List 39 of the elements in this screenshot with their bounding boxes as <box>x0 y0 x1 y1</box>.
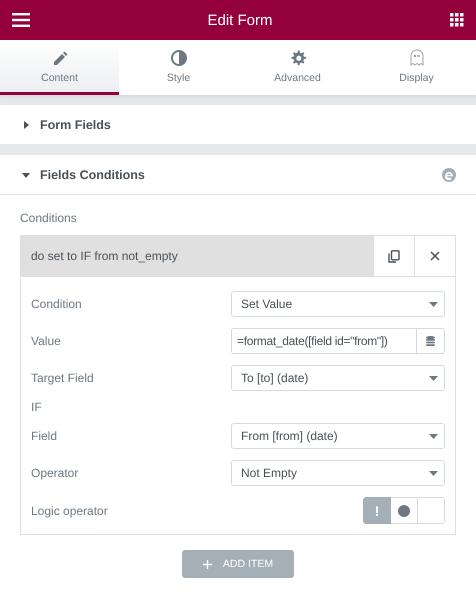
field-label: Operator <box>31 466 78 480</box>
field-label: Condition <box>31 297 82 311</box>
dropdown-caret-icon <box>429 434 438 438</box>
input-field[interactable]: =format_date([field id="from"]) <box>231 328 417 354</box>
contrast-icon <box>170 48 188 66</box>
select-field[interactable]: From [from] (date) <box>231 423 445 449</box>
section-header[interactable]: Form Fields <box>0 105 476 145</box>
tab[interactable]: Style <box>119 40 238 95</box>
dot-icon <box>398 504 410 516</box>
tab[interactable]: Advanced <box>238 40 357 95</box>
item-header[interactable]: do set to IF from not_empty <box>21 236 455 276</box>
field-label: Target Field <box>31 371 94 385</box>
ghost-icon <box>408 48 426 66</box>
dropdown-caret-icon <box>429 470 438 476</box>
field-label: Field <box>31 429 58 443</box>
dropdown-caret-icon <box>429 376 438 380</box>
section-header[interactable]: Fields Conditions <box>0 155 476 195</box>
close-icon <box>430 251 440 261</box>
field-label: Value <box>31 334 61 348</box>
copy-icon <box>388 250 400 262</box>
gear-icon <box>288 48 306 66</box>
database-icon <box>426 336 435 346</box>
duplicate-button[interactable] <box>373 236 414 276</box>
dropdown-caret-icon <box>429 302 438 306</box>
field-label: Logic operator <box>31 504 108 518</box>
dynamic-tags-button[interactable] <box>417 328 445 354</box>
plus-icon <box>202 560 212 568</box>
select-field[interactable]: Set Value <box>231 291 445 317</box>
panel-title: Edit Form <box>207 12 272 28</box>
tab[interactable]: Display <box>357 40 476 95</box>
control-label: Conditions <box>20 211 78 225</box>
item-title: do set to IF from not_empty <box>30 249 179 263</box>
tab[interactable]: Content <box>0 40 119 95</box>
menu-icon <box>12 13 30 27</box>
field-heading: IF <box>31 400 42 414</box>
select-field[interactable]: To [to] (date) <box>231 365 445 391</box>
grid-icon <box>450 13 464 27</box>
option-button[interactable] <box>391 497 418 524</box>
select-field[interactable]: Not Empty <box>231 460 445 486</box>
